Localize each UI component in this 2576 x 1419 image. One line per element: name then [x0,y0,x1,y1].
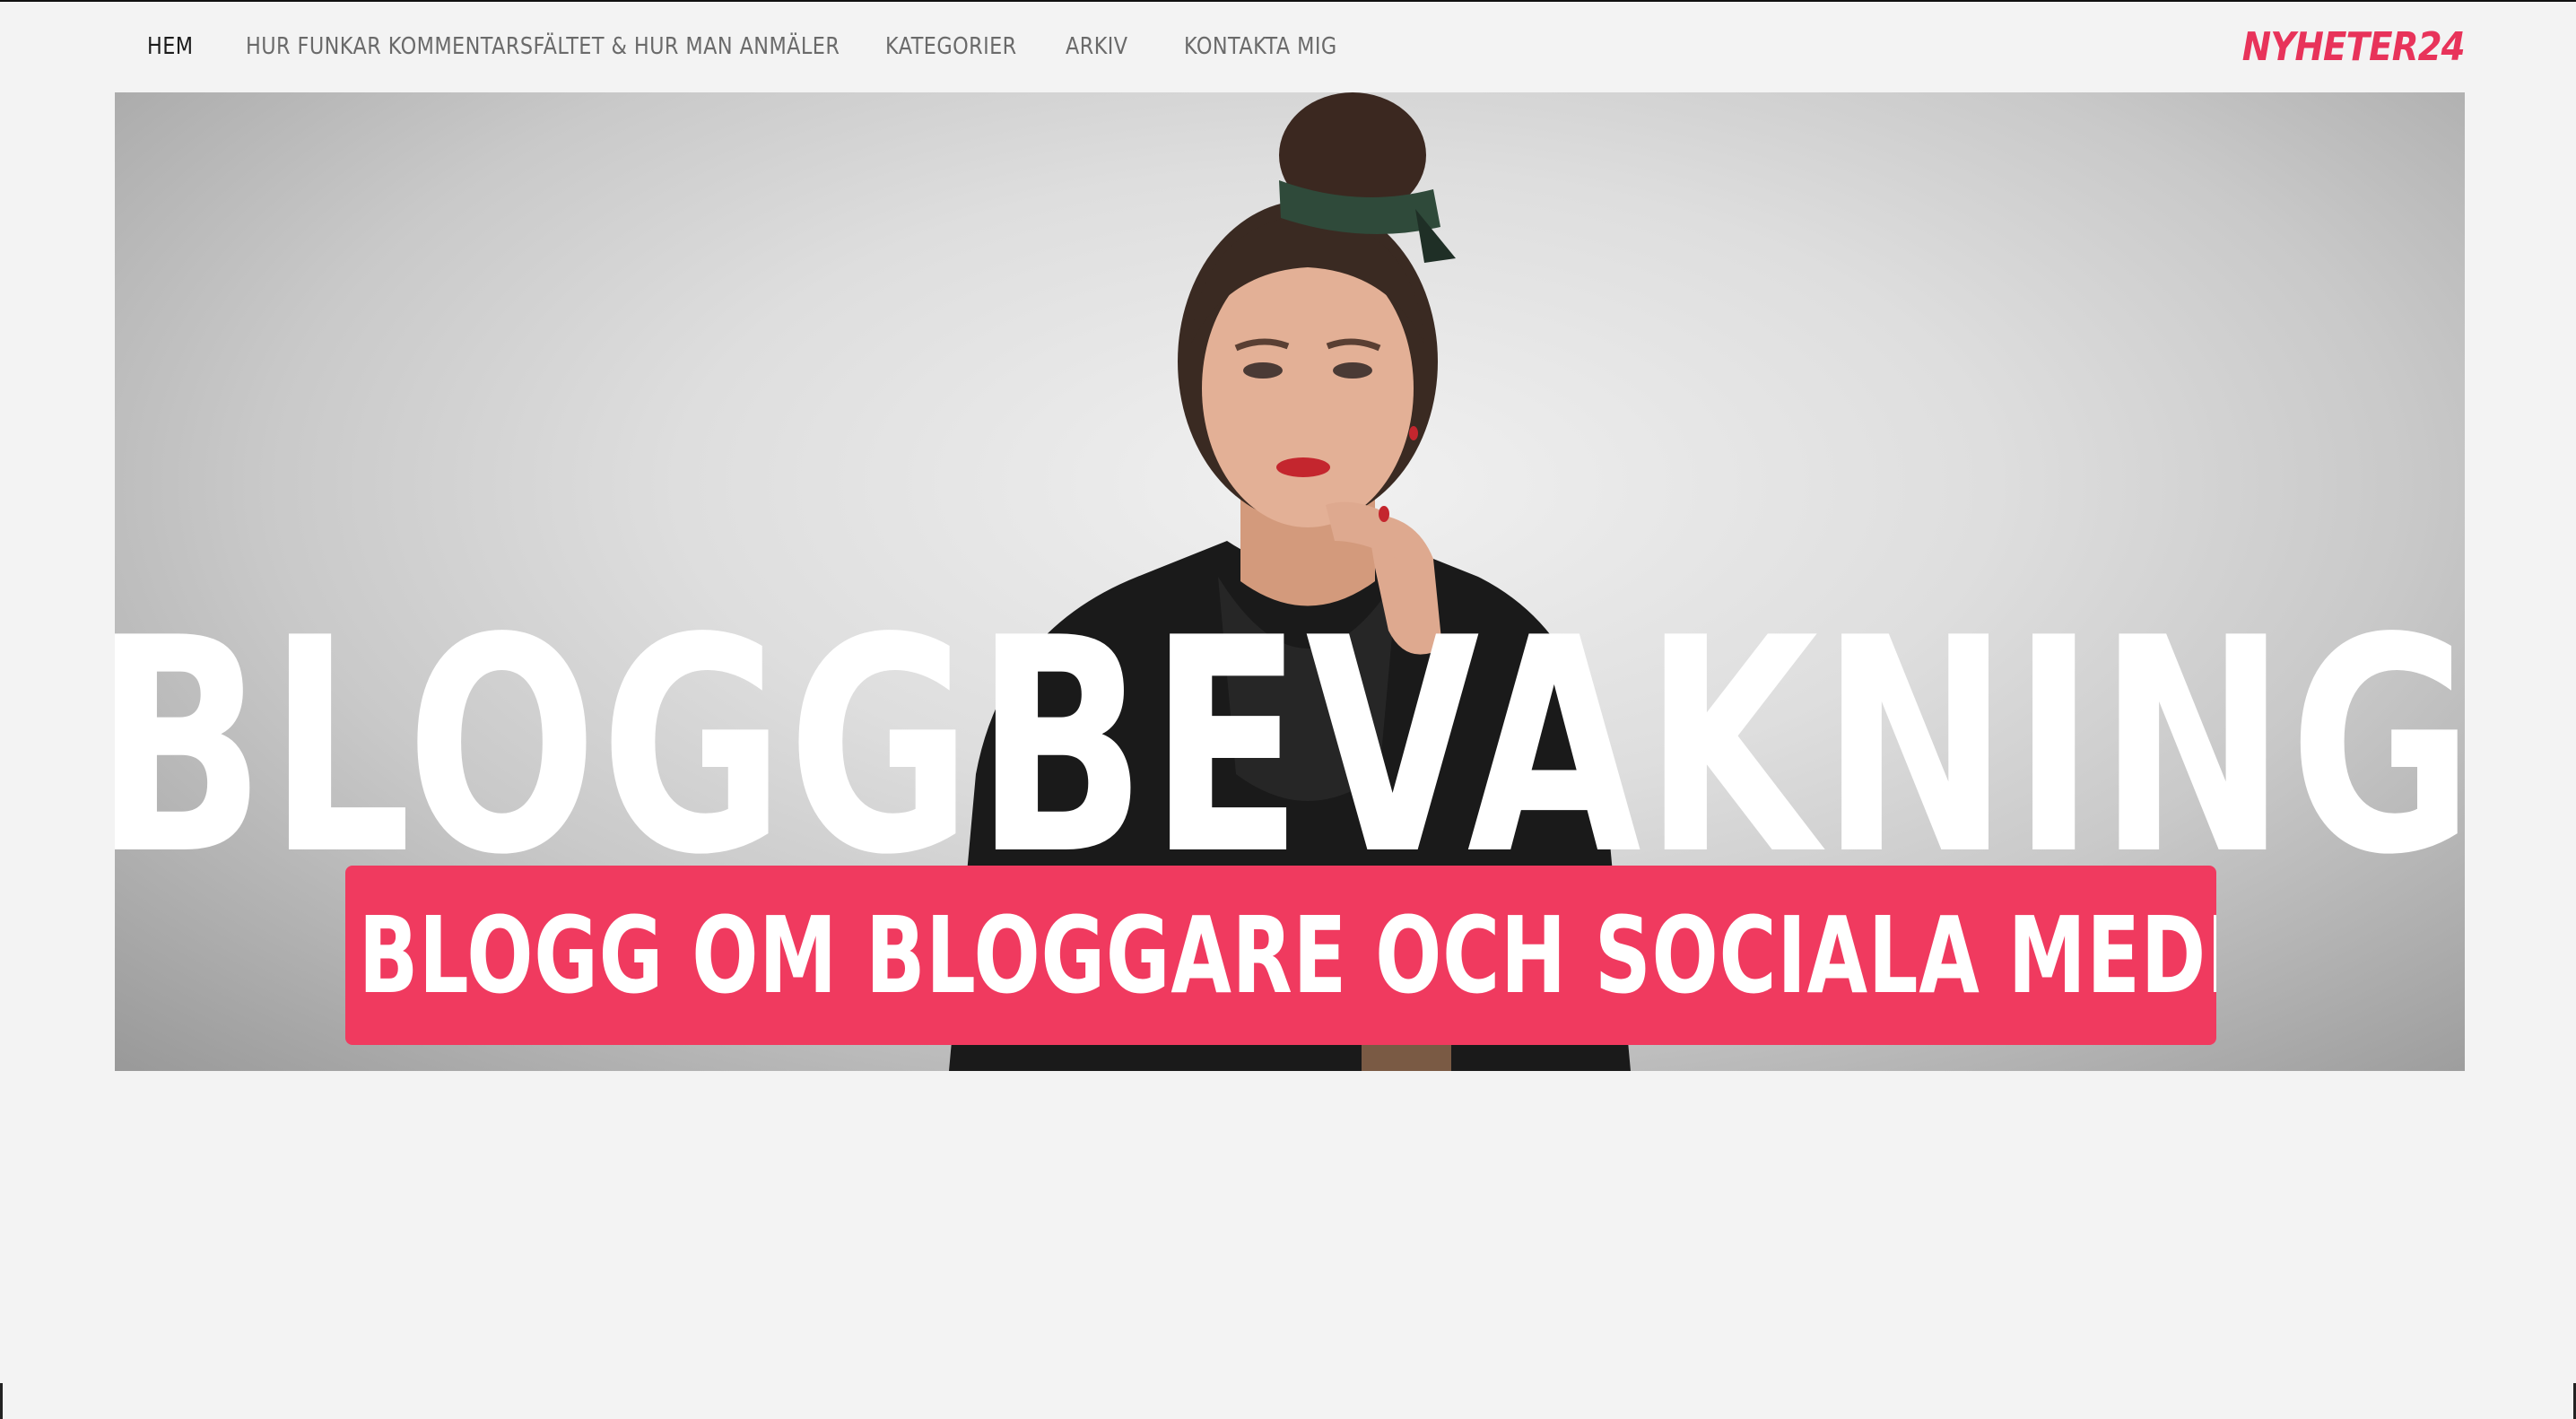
nav-item-contact[interactable]: KONTAKTA MIG [1184,33,1336,60]
nav-menu: HEM HUR FUNKAR KOMMENTARSFÄLTET & HUR MA… [147,2,1390,91]
nav-item-categories[interactable]: KATEGORIER [885,33,1016,60]
main-navigation: HEM HUR FUNKAR KOMMENTARSFÄLTET & HUR MA… [0,2,2576,91]
hero-subtitle: EN BLOGG OM BLOGGARE OCH SOCIALA MEDIER [345,893,2216,1017]
window-corner-left [0,1383,3,1419]
site-logo[interactable]: NYHETER24 [2242,22,2466,72]
nav-item-home[interactable]: HEM [147,33,193,60]
nav-item-comments-help[interactable]: HUR FUNKAR KOMMENTARSFÄLTET & HUR MAN AN… [246,33,840,60]
hero-subtitle-banner: EN BLOGG OM BLOGGARE OCH SOCIALA MEDIER [345,866,2216,1045]
nav-item-archive[interactable]: ARKIV [1066,33,1127,60]
hero-banner: BLOGGBEVAKNING EN BLOGG OM BLOGGARE OCH … [115,92,2465,1071]
